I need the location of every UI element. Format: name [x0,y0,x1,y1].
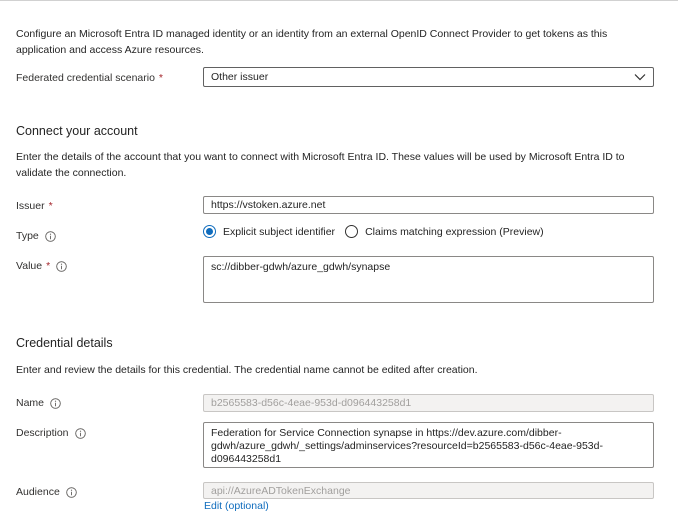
description-textarea-value: Federation for Service Connection synaps… [211,427,603,465]
edit-audience-link[interactable]: Edit (optional) [204,500,269,512]
type-label: Type [16,230,56,242]
info-icon[interactable] [56,260,67,272]
radio-explicit-subject[interactable]: Explicit subject identifier [203,225,335,238]
radio-button-unchecked[interactable] [345,225,359,238]
scenario-dropdown[interactable]: Other issuer [203,67,654,87]
credential-description: Enter and review the details for this cr… [16,364,478,376]
info-icon[interactable] [74,427,86,439]
type-label-text: Type [16,230,39,242]
top-divider [0,0,678,4]
chevron-down-icon [634,72,646,82]
name-input-value: b2565583-d56c-4eae-953d-d096443258d1 [211,397,412,409]
value-label-text: Value [16,260,43,272]
scenario-label: Federated credential scenario * [16,72,163,84]
description-textarea[interactable]: Federation for Service Connection synaps… [203,422,654,468]
name-input: b2565583-d56c-4eae-953d-d096443258d1 [203,394,654,412]
radio-explicit-label: Explicit subject identifier [223,225,336,238]
info-icon[interactable] [50,397,61,409]
radio-claims-label: Claims matching expression (Preview) [365,225,544,238]
required-asterisk: * [46,260,51,272]
issuer-input[interactable]: https://vstoken.azure.net [203,196,654,214]
scenario-selected-value: Other issuer [211,71,269,83]
value-textarea[interactable]: sc://dibber-gdwh/azure_gdwh/synapse [203,256,654,303]
description-label: Description [16,427,86,439]
scenario-label-text: Federated credential scenario [16,72,155,84]
info-icon[interactable] [66,486,77,498]
audience-input-value: api://AzureADTokenExchange [211,484,351,497]
description-label-text: Description [16,427,69,439]
radio-claims-matching[interactable]: Claims matching expression (Preview) [345,225,544,238]
type-radio-group: Explicit subject identifier Claims match… [203,225,544,238]
intro-text: Configure an Microsoft Entra ID managed … [16,28,608,56]
name-label: Name [16,397,61,409]
audience-label: Audience [16,486,77,498]
issuer-label-text: Issuer [16,200,45,212]
connect-description: Enter the details of the account that yo… [16,151,625,179]
connect-section-title: Connect your account [16,124,138,138]
required-asterisk: * [48,200,53,212]
value-textarea-value: sc://dibber-gdwh/azure_gdwh/synapse [211,261,391,273]
audience-input: api://AzureADTokenExchange [203,482,654,499]
issuer-label: Issuer * [16,200,53,212]
issuer-input-value: https://vstoken.azure.net [211,199,326,211]
audience-label-text: Audience [16,486,60,498]
radio-button-checked[interactable] [203,225,216,238]
info-icon[interactable] [45,230,56,242]
credential-section-title: Credential details [16,336,113,350]
name-label-text: Name [16,397,45,409]
required-asterisk: * [158,72,164,84]
value-label: Value * [16,260,67,272]
